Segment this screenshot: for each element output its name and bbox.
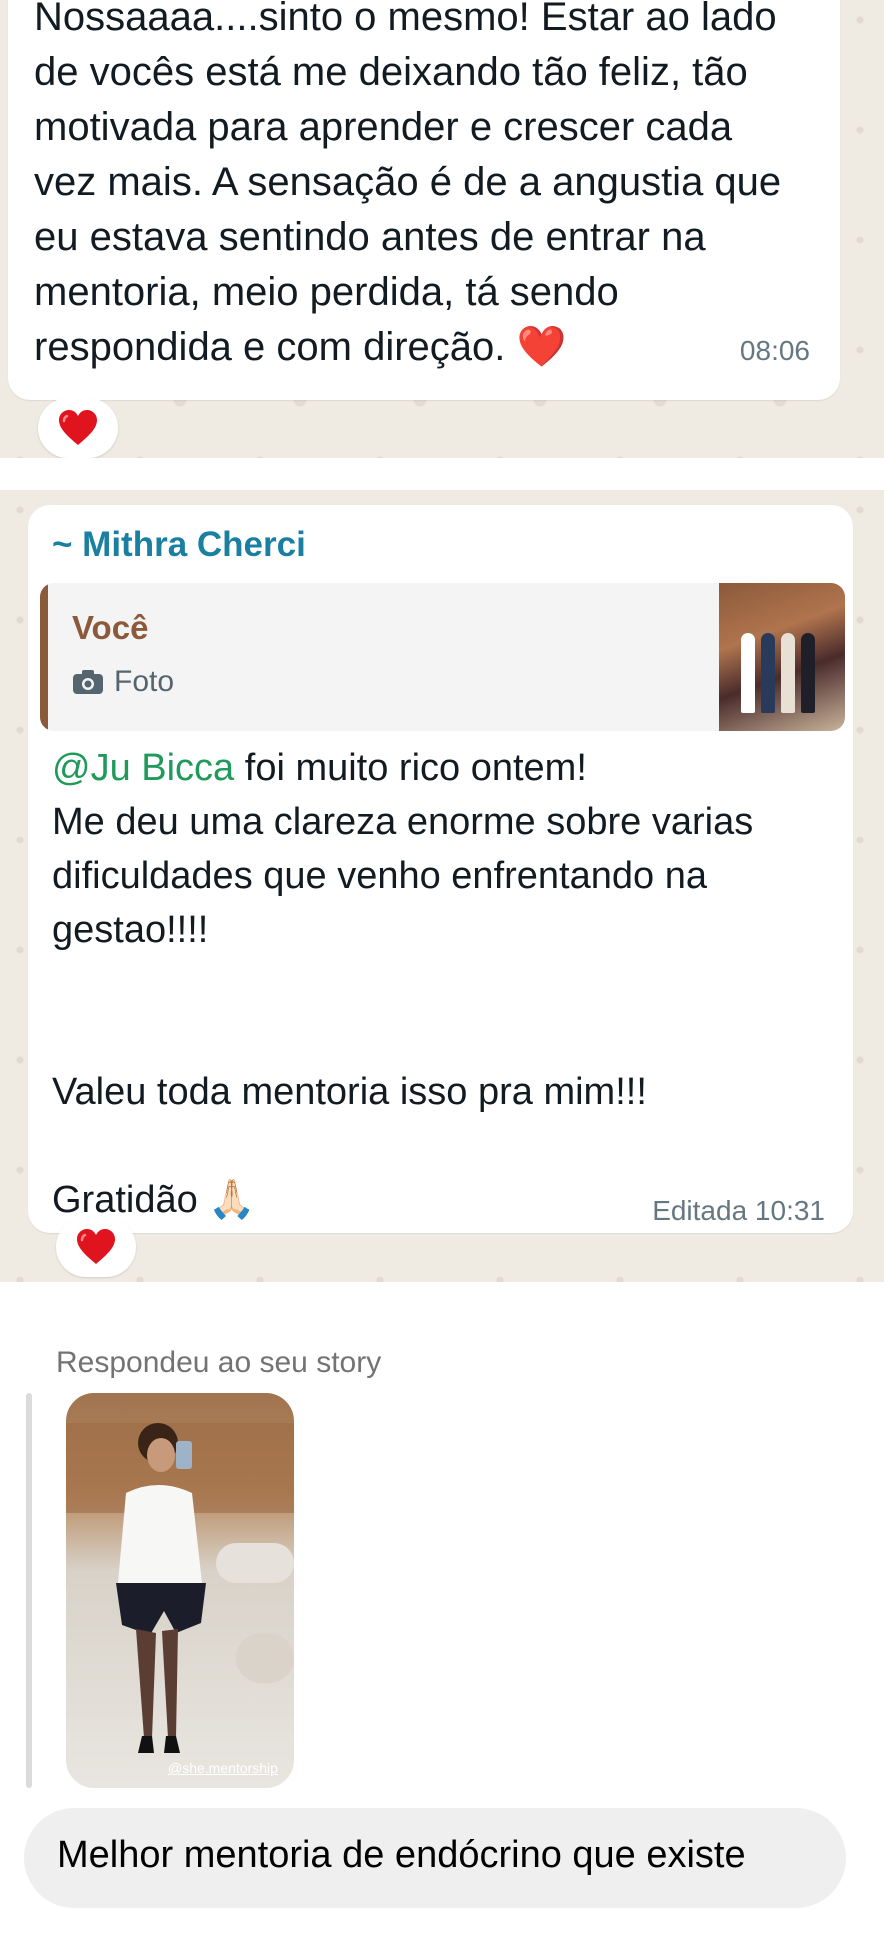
- reaction-badge[interactable]: [38, 398, 118, 458]
- quote-author: Você: [72, 609, 149, 646]
- message-bubble-1[interactable]: Nossaaaa....sinto o mesmo! Estar ao lado…: [8, 0, 840, 400]
- story-person-figure: [66, 1423, 294, 1753]
- story-thumbnail[interactable]: @she.mentorship: [66, 1393, 294, 1788]
- story-quote-line: [26, 1393, 32, 1788]
- chat-section-1: Nossaaaa....sinto o mesmo! Estar ao lado…: [0, 0, 884, 458]
- quote-type-row: Foto: [72, 665, 174, 699]
- heart-icon: [59, 410, 97, 445]
- reply-message-bubble[interactable]: Melhor mentoria de endócrino que existe: [24, 1808, 846, 1908]
- heart-icon: [77, 1229, 115, 1264]
- quoted-message[interactable]: Você Foto: [40, 583, 845, 731]
- reaction-badge[interactable]: [56, 1217, 136, 1277]
- quote-accent-bar: [40, 583, 48, 731]
- message-line-1: @Ju Bicca foi muito rico ontem!: [52, 741, 832, 795]
- divider: [0, 458, 884, 490]
- message-line-3: Valeu toda mentoria isso pra mim!!!: [52, 1071, 647, 1113]
- message-bubble-2[interactable]: ~ Mithra Cherci Você Foto @Ju Bicca foi …: [28, 505, 853, 1233]
- quote-photo-thumbnail[interactable]: [719, 583, 845, 731]
- sender-name[interactable]: ~ Mithra Cherci: [52, 525, 306, 565]
- message-time: Editada 10:31: [652, 1195, 825, 1226]
- message-line-1-rest: foi muito rico ontem!: [234, 747, 587, 789]
- message-text: Nossaaaa....sinto o mesmo! Estar ao lado…: [34, 0, 782, 369]
- message-line-2: Me deu uma clareza enorme sobre varias d…: [52, 801, 754, 951]
- mention-link[interactable]: @Ju Bicca: [52, 747, 234, 789]
- quote-type-label: Foto: [114, 665, 175, 698]
- message-text: @Ju Bicca foi muito rico ontem! Me deu u…: [52, 741, 832, 1227]
- chat-section-2: ~ Mithra Cherci Você Foto @Ju Bicca foi …: [0, 490, 884, 1282]
- story-handle: @she.mentorship: [168, 1760, 278, 1776]
- camera-icon: [73, 670, 103, 694]
- message-time: 08:06: [739, 335, 810, 366]
- reply-text: Melhor mentoria de endócrino que existe: [57, 1834, 746, 1876]
- story-reply-label: Respondeu ao seu story: [56, 1346, 382, 1379]
